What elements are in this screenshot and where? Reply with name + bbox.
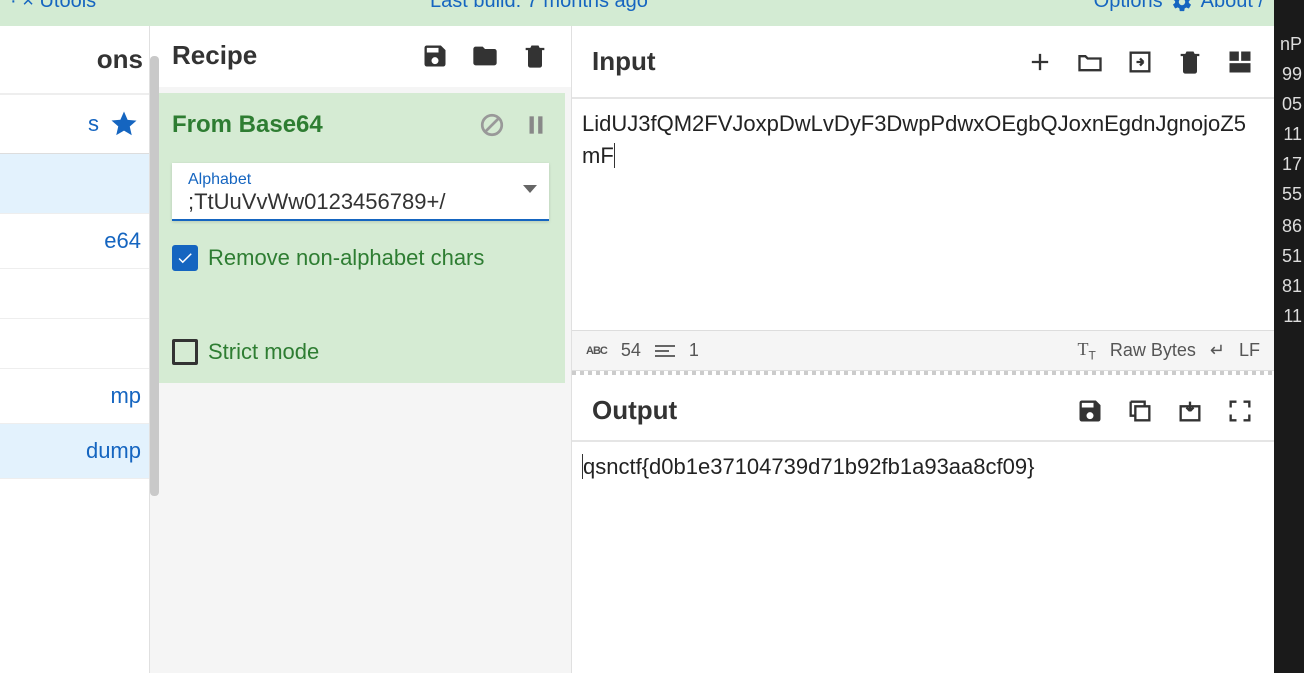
- top-bar: · × Utools Last build: 7 months ago Opti…: [0, 0, 1304, 26]
- eol-label[interactable]: LF: [1239, 340, 1260, 361]
- pause-icon[interactable]: [523, 112, 549, 138]
- options-link[interactable]: Options: [1094, 0, 1163, 13]
- chevron-down-icon: [523, 185, 537, 193]
- operation-title: From Base64: [172, 111, 323, 139]
- input-status-bar: ABC 54 1 TT Raw Bytes ↵ LF: [572, 330, 1274, 372]
- recipe-title: Recipe: [172, 40, 257, 71]
- star-icon[interactable]: [109, 109, 139, 139]
- fullscreen-icon[interactable]: [1226, 397, 1254, 425]
- grid-icon[interactable]: [1226, 48, 1254, 76]
- add-icon[interactable]: [1026, 48, 1054, 76]
- trash-icon[interactable]: [1176, 48, 1204, 76]
- io-panel: Input LidUJ3fQM2FVJoxpDwL: [572, 26, 1274, 673]
- replace-input-icon[interactable]: [1176, 397, 1204, 425]
- list-item[interactable]: [0, 269, 149, 319]
- trash-icon[interactable]: [521, 42, 549, 70]
- list-item[interactable]: dump: [0, 424, 149, 479]
- open-folder-icon[interactable]: [1076, 48, 1104, 76]
- list-item[interactable]: mp: [0, 369, 149, 424]
- input-title: Input: [592, 46, 656, 77]
- recipe-panel: Recipe From Base64: [150, 26, 572, 673]
- abc-icon: ABC: [586, 345, 607, 357]
- operations-list: e64 mp dump: [0, 153, 149, 479]
- alphabet-value: ;TtUuVvWw0123456789+/: [188, 189, 537, 215]
- input-textarea[interactable]: LidUJ3fQM2FVJoxpDwLvDyF3DwpPdwxOEgbQJoxn…: [572, 99, 1274, 330]
- text-cursor: [614, 143, 621, 168]
- text-format-icon[interactable]: TT: [1078, 339, 1096, 363]
- disable-icon[interactable]: [479, 112, 505, 138]
- remove-nonalpha-checkbox[interactable]: Remove non-alphabet chars: [172, 245, 549, 271]
- operations-panel: ons s e64 mp dump: [0, 26, 150, 673]
- eol-icon[interactable]: ↵: [1210, 340, 1225, 361]
- about-link[interactable]: About /: [1201, 0, 1264, 13]
- lines-icon: [655, 342, 675, 360]
- list-item[interactable]: [0, 319, 149, 369]
- checkbox-icon: [172, 245, 198, 271]
- alphabet-dropdown[interactable]: Alphabet ;TtUuVvWw0123456789+/: [172, 163, 549, 221]
- build-info: Last build: 7 months ago: [430, 0, 648, 13]
- folder-icon[interactable]: [471, 42, 499, 70]
- list-item[interactable]: [0, 154, 149, 214]
- alphabet-label: Alphabet: [188, 171, 537, 189]
- save-icon[interactable]: [1076, 397, 1104, 425]
- checkbox-label: Strict mode: [208, 339, 319, 365]
- char-count: 54: [621, 340, 641, 361]
- operation-card[interactable]: From Base64 Alphabet ;TtUuVvWw0123456789…: [156, 93, 565, 383]
- line-count: 1: [689, 340, 699, 361]
- import-icon[interactable]: [1126, 48, 1154, 76]
- search-row: s: [0, 95, 149, 153]
- list-item[interactable]: e64: [0, 214, 149, 269]
- checkbox-icon: [172, 339, 198, 365]
- checkbox-label: Remove non-alphabet chars: [208, 245, 484, 271]
- strict-mode-checkbox[interactable]: Strict mode: [172, 339, 549, 365]
- operations-header: ons: [0, 26, 149, 95]
- search-text-fragment: s: [88, 111, 99, 137]
- gear-icon[interactable]: [1171, 0, 1193, 13]
- app-title-fragment: · × Utools: [10, 0, 96, 13]
- output-title: Output: [592, 395, 677, 426]
- save-icon[interactable]: [421, 42, 449, 70]
- output-textarea[interactable]: qsnctf{d0b1e37104739d71b92fb1a93aa8cf09}: [572, 442, 1274, 673]
- encoding-label[interactable]: Raw Bytes: [1110, 340, 1196, 361]
- copy-icon[interactable]: [1126, 397, 1154, 425]
- scrollbar[interactable]: [150, 56, 159, 496]
- right-code-strip: nP99 0511 1755 86 5181 11: [1274, 0, 1304, 673]
